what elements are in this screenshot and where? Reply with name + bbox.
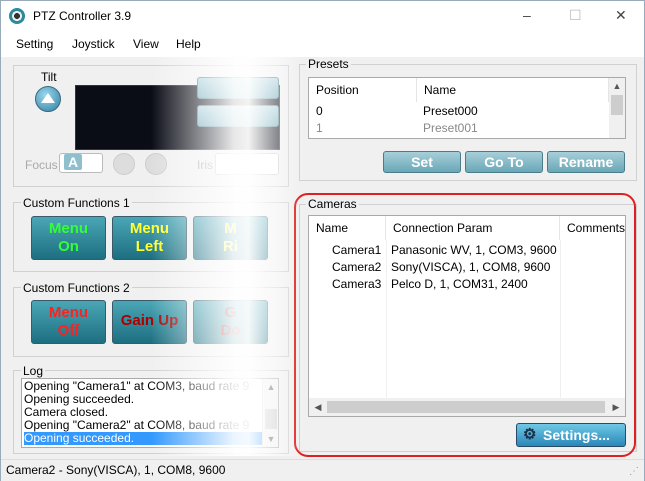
tilt-up-button[interactable] (35, 86, 61, 112)
menu-right-line1: M (224, 220, 237, 237)
log-line: Camera closed. (24, 405, 109, 419)
menu-on-line1: Menu (48, 220, 89, 237)
close-button[interactable]: ✕ (615, 7, 627, 24)
focus-far-button[interactable] (145, 153, 167, 175)
status-text: Camera2 - Sony(VISCA), 1, COM8, 9600 (6, 463, 226, 477)
menu-off-line1: Menu (48, 304, 89, 321)
scroll-up-icon[interactable]: ▲ (263, 379, 278, 395)
highlight-outline (294, 193, 636, 457)
log-line-selected: Opening succeeded. (24, 432, 262, 445)
arrow-up-icon (41, 93, 55, 103)
menu-off-line2: Off (57, 322, 80, 339)
scroll-thumb[interactable] (611, 95, 623, 115)
menu-right-line2: Ri (223, 238, 238, 255)
menu-left-line1: Menu (129, 220, 170, 237)
focus-auto-label: A (64, 154, 83, 170)
tilt-label: Tilt (41, 70, 57, 84)
menu-joystick[interactable]: Joystick (72, 37, 115, 51)
menu-right-button[interactable]: M Ri (193, 216, 268, 260)
menu-off-button[interactable]: Menu Off (31, 300, 106, 344)
iris-button[interactable] (215, 153, 279, 175)
menu-setting[interactable]: Setting (16, 37, 53, 51)
scroll-down-icon[interactable]: ▼ (263, 431, 278, 447)
preset-name: Preset000 (423, 104, 478, 118)
maximize-button[interactable]: ☐ (569, 7, 582, 24)
focus-auto-toggle[interactable]: A (59, 153, 103, 173)
log-listbox[interactable]: Opening "Camera1" at COM3, baud rate 9 O… (21, 378, 279, 448)
custom-functions-1-label: Custom Functions 1 (21, 196, 132, 210)
focus-label: Focus (25, 158, 58, 172)
menu-on-line2: On (58, 238, 79, 255)
gain-up-button[interactable]: Gain Up (112, 300, 187, 344)
custom-functions-2-label: Custom Functions 2 (21, 281, 132, 295)
gain-down-button[interactable]: G Do (193, 300, 268, 344)
scroll-up-icon[interactable]: ▲ (609, 78, 625, 94)
preset-name: Preset001 (423, 121, 478, 135)
menu-left-line2: Left (135, 238, 164, 255)
zoom-out-button[interactable] (197, 105, 279, 127)
menu-view[interactable]: View (133, 37, 159, 51)
zoom-button[interactable] (197, 77, 279, 99)
scroll-thumb[interactable] (265, 409, 277, 429)
menu-left-button[interactable]: Menu Left (112, 216, 187, 260)
log-label: Log (21, 364, 46, 378)
presets-table[interactable]: Position Name 0 Preset000 1 Preset001 ▲ (308, 77, 626, 139)
status-bar: Camera2 - Sony(VISCA), 1, COM8, 9600 ⋰ (1, 459, 644, 481)
gain-down-line2: Do (220, 322, 241, 339)
presets-header-position[interactable]: Position (309, 78, 417, 102)
resize-grip-icon[interactable]: ⋰ (629, 466, 639, 477)
menu-on-button[interactable]: Menu On (31, 216, 106, 260)
menu-help[interactable]: Help (176, 37, 201, 51)
iris-label: Iris (197, 158, 213, 172)
menu-bar: Setting Joystick View Help (1, 31, 644, 57)
preset-position: 0 (316, 104, 323, 118)
preset-set-button[interactable]: Set (383, 151, 461, 173)
window-title: PTZ Controller 3.9 (33, 9, 132, 23)
presets-header-name[interactable]: Name (417, 78, 609, 102)
preset-position: 1 (316, 121, 323, 135)
minimize-button[interactable]: – (523, 7, 531, 23)
log-scrollbar[interactable]: ▲ ▼ (262, 379, 278, 447)
title-bar[interactable]: PTZ Controller 3.9 – ☐ ✕ (1, 1, 644, 31)
presets-label: Presets (306, 57, 351, 71)
gain-down-line1: G (224, 304, 237, 321)
gain-up-label: Gain Up (120, 312, 179, 329)
focus-near-button[interactable] (113, 153, 135, 175)
camera-eye-icon (9, 8, 25, 24)
presets-scrollbar[interactable]: ▲ (609, 78, 625, 138)
app-window: PTZ Controller 3.9 – ☐ ✕ Setting Joystic… (0, 0, 645, 481)
preset-rename-button[interactable]: Rename (547, 151, 625, 173)
preset-goto-button[interactable]: Go To (465, 151, 543, 173)
